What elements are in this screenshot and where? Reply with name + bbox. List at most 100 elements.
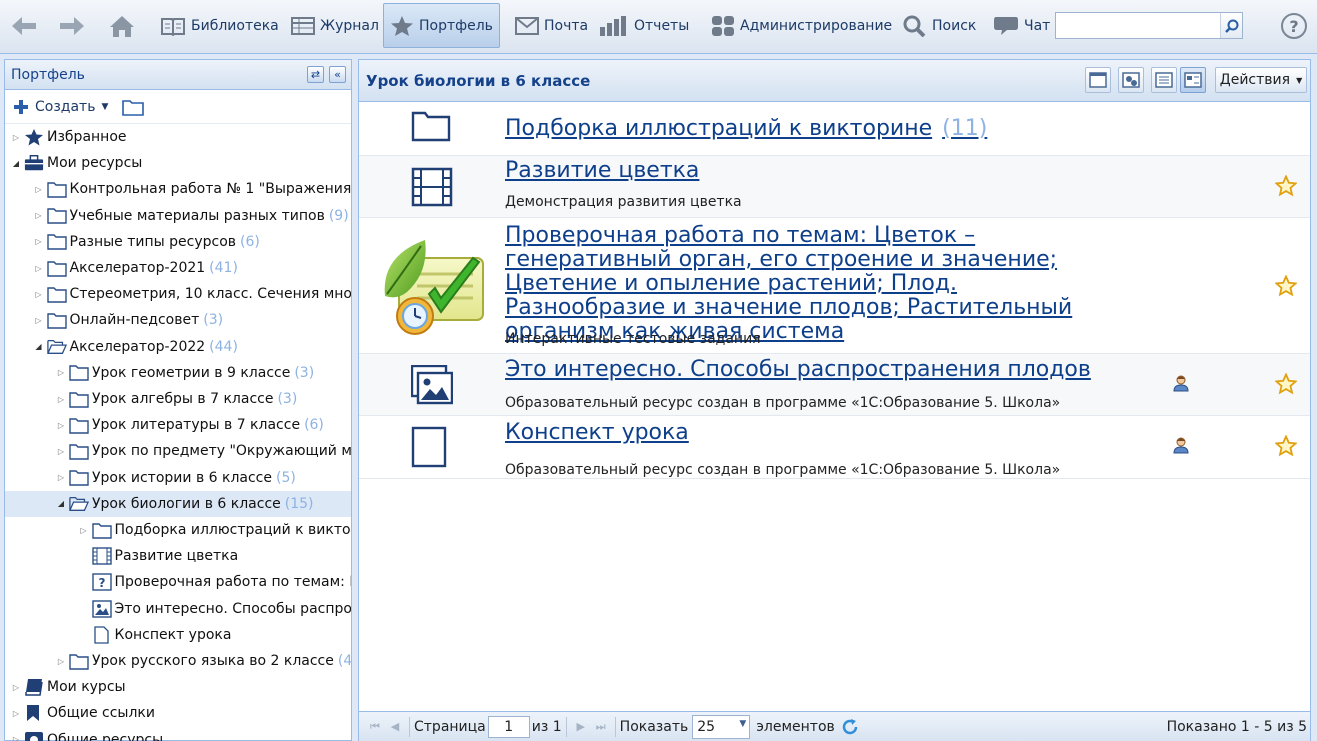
tree-node[interactable]: ◢ Урок биологии в 6 классе (15) (5, 490, 351, 517)
tree-node-label: Акселератор-2022 (69, 338, 206, 355)
tree-node[interactable]: ▷ Урок по предмету "Окружающий мир", 2 кл… (5, 438, 351, 464)
expand-arrow-icon[interactable]: ▷ (34, 315, 44, 325)
home-icon[interactable] (107, 12, 137, 40)
toolbar-chat[interactable]: Чат (987, 3, 1056, 48)
create-button[interactable]: Создать (35, 99, 95, 115)
toolbar-reports[interactable]: Отчеты (593, 3, 695, 48)
tree-node[interactable]: ▷ Урок литературы в 7 классе (6) (5, 412, 351, 438)
expand-arrow-icon[interactable]: ▷ (34, 289, 44, 299)
toolbar-library[interactable]: Библиотека (154, 3, 285, 48)
interactive-test-icon[interactable] (377, 232, 485, 340)
favorite-star-icon[interactable] (1275, 275, 1297, 297)
view-list-icon[interactable] (1151, 67, 1177, 93)
resource-title-link[interactable]: Проверочная работа по темам: Цветок – ге… (505, 224, 1105, 344)
resource-row[interactable]: Это интересно. Способы распространения п… (359, 354, 1310, 416)
help-button[interactable]: ? (1281, 13, 1307, 39)
briefcase-icon (24, 154, 44, 172)
view-window-icon[interactable] (1085, 67, 1111, 93)
expand-arrow-icon[interactable]: ▷ (56, 420, 66, 430)
tree-node[interactable]: ▷ Учебные материалы разных типов (9) (5, 203, 351, 229)
folder-icon[interactable] (411, 110, 451, 150)
tree-node[interactable]: ▷ Избранное (5, 124, 351, 150)
expand-arrow-icon[interactable]: ▷ (56, 473, 66, 483)
expand-arrow-icon[interactable]: ▷ (11, 132, 21, 142)
resource-title-link[interactable]: Развитие цветка (505, 159, 1145, 183)
refresh-icon[interactable]: ⇄ (307, 66, 324, 83)
expand-arrow-icon[interactable]: ▷ (11, 735, 21, 741)
document-icon[interactable] (411, 426, 451, 468)
first-page-icon[interactable]: ⏮ (365, 717, 385, 737)
tree-node[interactable]: Развитие цветка (5, 543, 351, 569)
tree-node[interactable]: ▷ Разные типы ресурсов (6) (5, 229, 351, 255)
expand-arrow-icon[interactable]: ▷ (56, 368, 66, 378)
toolbar-journal[interactable]: Журнал (285, 3, 385, 48)
last-page-icon[interactable]: ⏭ (591, 717, 611, 737)
author-icon[interactable] (1172, 436, 1190, 454)
forward-arrow-icon[interactable] (57, 12, 87, 40)
toolbar-mail[interactable]: Почта (509, 3, 594, 48)
film-icon[interactable] (411, 167, 453, 207)
collapse-arrow-icon[interactable]: ◢ (56, 499, 66, 509)
search-submit-button[interactable] (1220, 13, 1242, 38)
pager: ⏮ ◀ Страница 1 из 1 ▶ ⏭ Показать 25 ▼ эл… (359, 711, 1310, 741)
tree-node[interactable]: ▷ Общие ресурсы (5, 727, 351, 741)
expand-arrow-icon[interactable]: ▷ (11, 682, 21, 692)
next-page-icon[interactable]: ▶ (571, 717, 591, 737)
global-search-input[interactable] (1055, 12, 1243, 39)
resource-row[interactable]: Развитие цветка Демонстрация развития цве… (359, 156, 1310, 218)
tree-node[interactable]: ◢ Акселератор-2022 (44) (5, 334, 351, 360)
tree-node[interactable]: ▷ Урок русского языка во 2 классе(4) (5, 648, 351, 674)
collapse-arrow-icon[interactable]: ◢ (34, 342, 44, 352)
favorite-star-icon[interactable] (1275, 175, 1297, 197)
expand-arrow-icon[interactable]: ▷ (34, 184, 44, 194)
actions-dropdown[interactable]: Действия ▼ (1215, 67, 1307, 93)
back-arrow-icon[interactable] (9, 12, 39, 40)
tree-node[interactable]: ▷ Мои курсы (5, 674, 351, 700)
view-details-icon[interactable] (1180, 67, 1206, 93)
expand-arrow-icon[interactable]: ▷ (56, 656, 66, 666)
resource-title-link[interactable]: Подборка иллюстраций к викторине (11) (505, 117, 1145, 141)
reload-icon[interactable] (841, 718, 859, 736)
chevron-down-icon[interactable]: ▼ (101, 102, 108, 112)
resource-row[interactable]: Подборка иллюстраций к викторине (11) (359, 102, 1310, 156)
toolbar-search[interactable]: Поиск (897, 3, 982, 48)
tree-node[interactable]: ▷ Акселератор-2021 (41) (5, 255, 351, 281)
tree-node[interactable]: Это интересно. Способы распространения п… (5, 596, 351, 622)
page-size-select[interactable]: 25 ▼ (692, 714, 751, 739)
tree-node[interactable]: ▷ Урок алгебры в 7 классе (3) (5, 386, 351, 412)
toolbar-administration[interactable]: Администрирование (705, 3, 898, 48)
expand-arrow-icon[interactable]: ▷ (11, 708, 21, 718)
prev-page-icon[interactable]: ◀ (385, 717, 405, 737)
tree-node[interactable]: ▷ Урок истории в 6 классе (5) (5, 465, 351, 491)
tree-node[interactable]: ? Проверочная работа по темам: Цветок – г… (5, 569, 351, 595)
resource-title-link[interactable]: Это интересно. Способы распространения п… (505, 358, 1145, 382)
expand-arrow-icon[interactable]: ▷ (34, 237, 44, 247)
tree-node[interactable]: ▷ Онлайн-педсовет (3) (5, 307, 351, 333)
toolbar-portfolio[interactable]: Портфель (383, 3, 500, 48)
view-share-icon[interactable] (1118, 67, 1144, 93)
tree-node[interactable]: ▷ Урок геометрии в 9 классе (3) (5, 360, 351, 386)
image-icon[interactable] (411, 365, 453, 405)
resource-row[interactable]: Проверочная работа по темам: Цветок – ге… (359, 218, 1310, 354)
favorite-star-icon[interactable] (1275, 435, 1297, 457)
resource-title-link[interactable]: Конспект урока (505, 421, 1145, 445)
favorite-star-icon[interactable] (1275, 373, 1297, 395)
expand-arrow-icon[interactable]: ▷ (34, 263, 44, 273)
tree-node[interactable]: ◢ Мои ресурсы (5, 150, 351, 176)
expand-arrow-icon[interactable]: ▷ (56, 446, 66, 456)
tree-node[interactable]: ▷ Подборка иллюстраций к викторине (5, 517, 351, 543)
expand-arrow-icon[interactable]: ▷ (34, 211, 44, 221)
expand-arrow-icon[interactable]: ▷ (56, 394, 66, 404)
tree-node[interactable]: Конспект урока (5, 622, 351, 648)
tree-node[interactable]: ▷ Контрольная работа № 1 "Выражения, урав… (5, 176, 351, 202)
collapse-arrow-icon[interactable]: ◢ (11, 158, 21, 168)
page-number-input[interactable]: 1 (487, 715, 530, 738)
tree-node[interactable]: ▷ Общие ссылки (5, 700, 351, 726)
author-icon[interactable] (1172, 374, 1190, 392)
resource-row[interactable]: Конспект урока Образовательный ресурс соз… (359, 416, 1310, 479)
new-folder-icon[interactable] (122, 98, 145, 116)
tree-node[interactable]: ▷ Стереометрия, 10 класс. Сечения многогр… (5, 281, 351, 307)
expand-arrow-icon[interactable]: ▷ (79, 525, 89, 535)
collapse-panel-icon[interactable]: « (329, 66, 346, 83)
